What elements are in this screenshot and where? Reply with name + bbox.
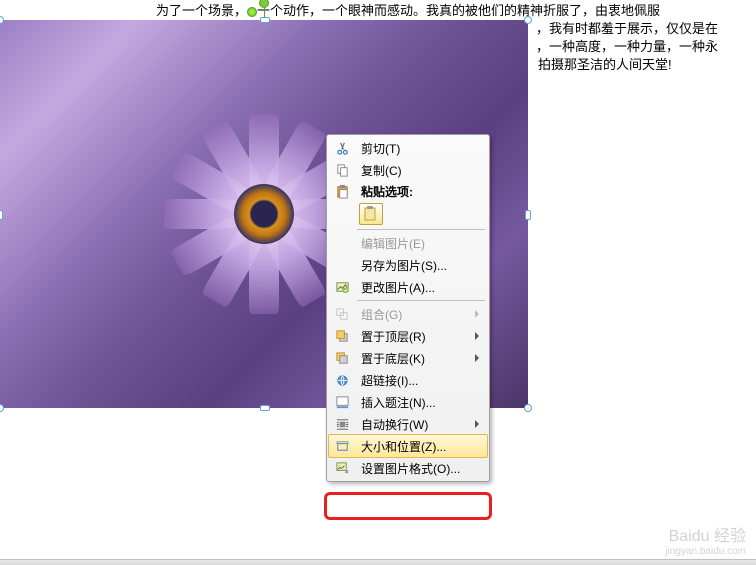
bring-front-icon [329, 325, 355, 347]
menu-save-as-picture[interactable]: 另存为图片(S)... [329, 254, 487, 276]
paste-keep-source-button[interactable] [359, 203, 383, 225]
resize-handle-tm[interactable] [260, 17, 270, 23]
menu-bring-to-front[interactable]: 置于顶层(R) [329, 325, 487, 347]
menu-insert-caption[interactable]: 插入题注(N)... [329, 391, 487, 413]
menu-label: 复制(C) [355, 162, 483, 179]
menu-label: 置于底层(K) [355, 350, 475, 367]
menu-label: 超链接(I)... [355, 372, 483, 389]
menu-separator [357, 229, 485, 230]
menu-size-and-position[interactable]: 大小和位置(Z)... [328, 434, 488, 458]
status-bar [0, 559, 756, 565]
submenu-arrow-icon [475, 354, 479, 362]
menu-label: 置于顶层(R) [355, 328, 475, 345]
resize-handle-rm[interactable] [525, 210, 531, 220]
group-icon [329, 303, 355, 325]
paste-icon [329, 181, 355, 201]
menu-label: 编辑图片(E) [355, 235, 483, 252]
menu-hyperlink[interactable]: 超链接(I)... [329, 369, 487, 391]
resize-handle-bl[interactable] [0, 404, 4, 412]
resize-handle-tr[interactable] [524, 16, 532, 24]
copy-icon [329, 159, 355, 181]
menu-copy[interactable]: 复制(C) [329, 159, 487, 181]
submenu-arrow-icon [475, 332, 479, 340]
caption-icon [329, 391, 355, 413]
format-picture-icon [329, 457, 355, 479]
menu-label: 自动换行(W) [355, 416, 475, 433]
blank-icon [329, 232, 355, 254]
menu-label: 粘贴选项: [355, 183, 483, 200]
menu-paste-options-label: 粘贴选项: [329, 181, 487, 201]
menu-label: 组合(G) [355, 306, 475, 323]
menu-send-to-back[interactable]: 置于底层(K) [329, 347, 487, 369]
menu-label: 大小和位置(Z)... [355, 438, 483, 455]
menu-edit-picture: 编辑图片(E) [329, 232, 487, 254]
submenu-arrow-icon [475, 420, 479, 428]
hyperlink-icon [329, 369, 355, 391]
paste-option-row [329, 201, 487, 227]
menu-label: 插入题注(N)... [355, 394, 483, 411]
menu-group: 组合(G) [329, 303, 487, 325]
resize-handle-br[interactable] [524, 404, 532, 412]
menu-separator [357, 300, 485, 301]
menu-label: 剪切(T) [355, 140, 483, 157]
menu-change-picture[interactable]: 更改图片(A)... [329, 276, 487, 298]
menu-label: 设置图片格式(O)... [355, 460, 483, 477]
watermark: Baidu 经验 jingyan.baidu.com [665, 522, 746, 557]
send-back-icon [329, 347, 355, 369]
comment-marker-icon [247, 7, 257, 17]
resize-handle-bm[interactable] [260, 405, 270, 411]
menu-auto-wrap[interactable]: 自动换行(W) [329, 413, 487, 435]
menu-label: 另存为图片(S)... [355, 257, 483, 274]
change-picture-icon [329, 276, 355, 298]
size-position-icon [329, 435, 355, 457]
text-wrap-icon [329, 413, 355, 435]
menu-format-picture[interactable]: 设置图片格式(O)... [329, 457, 487, 479]
menu-cut[interactable]: 剪切(T) [329, 137, 487, 159]
annotation-highlight-box [324, 492, 492, 520]
cut-icon [329, 137, 355, 159]
resize-handle-lm[interactable] [0, 210, 3, 220]
menu-label: 更改图片(A)... [355, 279, 483, 296]
context-menu: 剪切(T) 复制(C) 粘贴选项: 编辑图片(E) 另存为图片(S)... 更改… [326, 134, 490, 482]
submenu-arrow-icon [475, 310, 479, 318]
blank-icon [329, 254, 355, 276]
